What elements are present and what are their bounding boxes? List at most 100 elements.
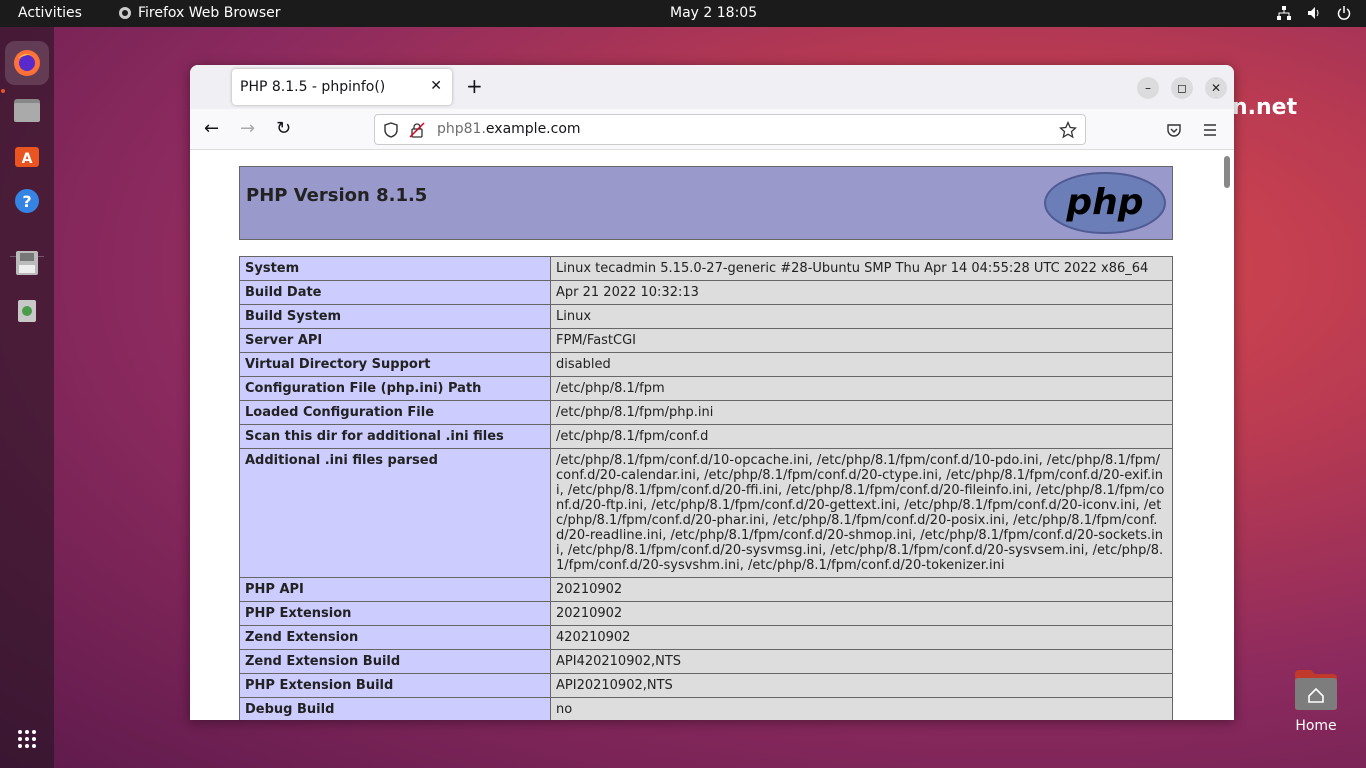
row-value: no bbox=[550, 697, 1173, 720]
close-window-button[interactable]: ✕ bbox=[1205, 77, 1227, 99]
table-row: Build Date Apr 21 2022 10:32:13 bbox=[239, 280, 1173, 305]
table-row: Configuration File (php.ini) Path/etc/ph… bbox=[239, 376, 1173, 401]
row-key: Server API bbox=[239, 328, 551, 353]
row-key: Additional .ini files parsed bbox=[239, 448, 551, 578]
tab-title: PHP 8.1.5 - phpinfo() bbox=[240, 79, 386, 95]
shield-icon bbox=[384, 122, 398, 138]
page-content[interactable]: PHP Version 8.1.5 php System Linux tecadm… bbox=[190, 151, 1234, 720]
power-icon bbox=[1337, 6, 1351, 20]
row-value: API420210902,NTS bbox=[550, 649, 1173, 674]
new-tab-button[interactable]: + bbox=[466, 76, 483, 96]
pocket-icon[interactable] bbox=[1166, 122, 1182, 138]
phpinfo-header: PHP Version 8.1.5 php bbox=[239, 166, 1173, 240]
dock-software[interactable]: A bbox=[5, 133, 49, 177]
row-key: Scan this dir for additional .ini files bbox=[239, 424, 551, 449]
table-row: Virtual Directory Support disabled bbox=[239, 352, 1173, 377]
minimize-button[interactable]: – bbox=[1137, 77, 1159, 99]
tab-close-icon[interactable]: ✕ bbox=[430, 78, 442, 94]
tab-phpinfo[interactable]: PHP 8.1.5 - phpinfo() ✕ bbox=[232, 69, 452, 105]
row-value: Apr 21 2022 10:32:13 bbox=[550, 280, 1173, 305]
phpinfo-table: System Linux tecadmin 5.15.0-27-generic #… bbox=[239, 256, 1173, 720]
dock-firefox[interactable] bbox=[5, 41, 49, 85]
table-row: Zend Extension 420210902 bbox=[239, 625, 1173, 650]
reload-button[interactable]: ↻ bbox=[276, 119, 291, 139]
top-bar: Activities Firefox Web Browser May 2 18:… bbox=[0, 0, 1366, 27]
table-row: Scan this dir for additional .ini files /… bbox=[239, 424, 1173, 449]
help-icon: ? bbox=[15, 189, 39, 213]
active-indicator bbox=[1, 89, 5, 93]
row-value: Linux bbox=[550, 304, 1173, 329]
table-row: Server API FPM/FastCGI bbox=[239, 328, 1173, 353]
table-row: Loaded Configuration File/etc/php/8.1/fp… bbox=[239, 400, 1173, 425]
table-row: PHP Extension Build API20210902,NTS bbox=[239, 673, 1173, 698]
row-key: Zend Extension Build bbox=[239, 649, 551, 674]
row-key: Zend Extension bbox=[239, 625, 551, 650]
show-apps-button[interactable] bbox=[5, 717, 49, 761]
row-value: 420210902 bbox=[550, 625, 1173, 650]
desktop-home-folder[interactable]: Home bbox=[1286, 668, 1346, 734]
row-value: /etc/php/8.1/fpm bbox=[550, 376, 1173, 401]
row-key: Build Date bbox=[239, 280, 551, 305]
clock[interactable]: May 2 18:05 bbox=[670, 5, 757, 21]
trash-icon bbox=[18, 300, 36, 322]
row-value: /etc/php/8.1/fpm/conf.d/10-opcache.ini, … bbox=[550, 448, 1173, 578]
svg-text:A: A bbox=[22, 151, 33, 167]
tab-bar: PHP 8.1.5 - phpinfo() ✕ + – ◻ ✕ bbox=[190, 65, 1234, 109]
row-key: PHP API bbox=[239, 577, 551, 602]
row-key: Build System bbox=[239, 304, 551, 329]
row-value: 20210902 bbox=[550, 601, 1173, 626]
row-key: System bbox=[239, 256, 551, 281]
firefox-window: PHP 8.1.5 - phpinfo() ✕ + – ◻ ✕ ← → ↻ ph… bbox=[190, 65, 1234, 720]
php-logo-text: php bbox=[1065, 182, 1143, 223]
table-row: PHP Extension 20210902 bbox=[239, 601, 1173, 626]
table-row: System Linux tecadmin 5.15.0-27-generic #… bbox=[239, 256, 1173, 281]
nav-bar: ← → ↻ php81.example.com bbox=[190, 109, 1234, 150]
home-label: Home bbox=[1295, 718, 1337, 734]
row-value: FPM/FastCGI bbox=[550, 328, 1173, 353]
svg-text:?: ? bbox=[22, 192, 31, 211]
row-key: PHP Extension bbox=[239, 601, 551, 626]
table-row: Debug Build no bbox=[239, 697, 1173, 720]
url-bar[interactable]: php81.example.com bbox=[374, 114, 1086, 145]
activities-button[interactable]: Activities bbox=[18, 5, 82, 21]
system-tray[interactable] bbox=[1276, 5, 1352, 21]
dock-trash[interactable] bbox=[5, 288, 49, 332]
dock-save-drive[interactable] bbox=[5, 241, 49, 285]
dock: A ? bbox=[0, 27, 54, 768]
table-row: PHP API 20210902 bbox=[239, 577, 1173, 602]
row-value: /etc/php/8.1/fpm/conf.d bbox=[550, 424, 1173, 449]
drive-icon bbox=[16, 251, 38, 275]
insecure-lock-icon bbox=[409, 122, 425, 138]
row-key: Configuration File (php.ini) Path bbox=[239, 376, 551, 401]
firefox-icon bbox=[14, 50, 40, 76]
row-value: API20210902,NTS bbox=[550, 673, 1173, 698]
row-value: /etc/php/8.1/fpm/php.ini bbox=[550, 400, 1173, 425]
app-name: Firefox Web Browser bbox=[138, 5, 281, 21]
row-key: Virtual Directory Support bbox=[239, 352, 551, 377]
table-row: Build System Linux bbox=[239, 304, 1173, 329]
table-row: Additional .ini files parsed/etc/php/8.1… bbox=[239, 448, 1173, 578]
table-row: Zend Extension Build API420210902,NTS bbox=[239, 649, 1173, 674]
menu-icon[interactable] bbox=[1202, 122, 1218, 138]
row-key: Debug Build bbox=[239, 697, 551, 720]
volume-icon bbox=[1308, 7, 1319, 19]
back-button[interactable]: ← bbox=[204, 119, 219, 139]
row-key: PHP Extension Build bbox=[239, 673, 551, 698]
row-value: Linux tecadmin 5.15.0-27-generic #28-Ubu… bbox=[550, 256, 1173, 281]
dock-files[interactable] bbox=[5, 88, 49, 132]
dock-help[interactable]: ? bbox=[5, 179, 49, 223]
home-folder-icon bbox=[1293, 668, 1339, 712]
maximize-button[interactable]: ◻ bbox=[1171, 77, 1193, 99]
php-logo[interactable]: php bbox=[1044, 172, 1166, 234]
wallpaper-text: n.net bbox=[1232, 95, 1298, 120]
bookmark-star-icon[interactable] bbox=[1059, 121, 1077, 139]
forward-button[interactable]: → bbox=[240, 119, 255, 139]
files-icon bbox=[14, 99, 40, 122]
app-menu[interactable]: Firefox Web Browser bbox=[118, 5, 281, 21]
row-value: 20210902 bbox=[550, 577, 1173, 602]
network-icon bbox=[1277, 6, 1291, 20]
row-value: disabled bbox=[550, 352, 1173, 377]
scrollbar[interactable] bbox=[1224, 156, 1230, 188]
app-grid-icon bbox=[18, 730, 36, 748]
row-key: Loaded Configuration File bbox=[239, 400, 551, 425]
